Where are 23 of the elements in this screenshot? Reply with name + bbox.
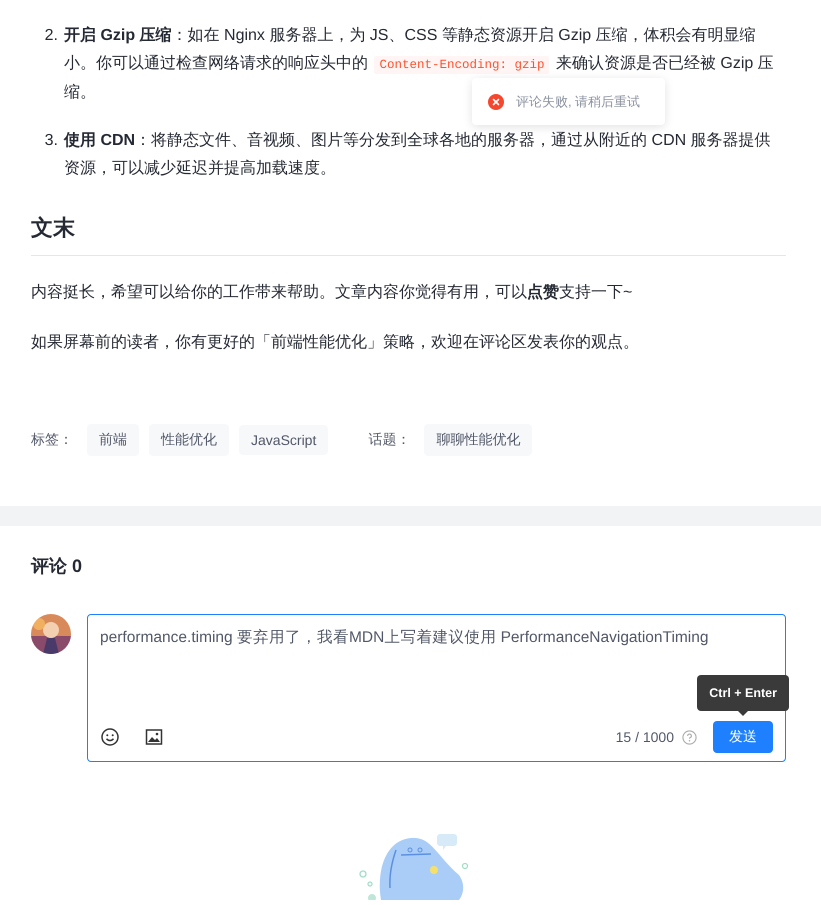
tags-label: 标签： bbox=[31, 431, 73, 449]
section-heading: 文末 bbox=[31, 213, 786, 256]
list-number: 3. bbox=[44, 131, 59, 151]
tag[interactable]: 性能优化 bbox=[149, 424, 229, 456]
topic-tag[interactable]: 聊聊性能优化 bbox=[424, 424, 532, 456]
tag[interactable]: JavaScript bbox=[239, 425, 328, 455]
tag[interactable]: 前端 bbox=[87, 424, 139, 456]
list-item-text: 使用 CDN：将静态文件、音视频、图片等分发到全球各地的服务器，通过从附近的 CDN 服务器提供资源，可以减少延迟并提高加载速度。 bbox=[64, 130, 772, 179]
emoji-icon[interactable] bbox=[100, 727, 120, 747]
comments-title: 评论 0 bbox=[31, 555, 84, 578]
paragraph: 内容挺长，希望可以给你的工作带来帮助。文章内容你觉得有用，可以点赞支持一下~ bbox=[31, 282, 634, 303]
send-button[interactable]: 发送 bbox=[713, 721, 773, 753]
tooltip-arrow bbox=[738, 711, 748, 716]
paragraph: 如果屏幕前的读者，你有更好的「前端性能优化」策略，欢迎在评论区发表你的观点。 bbox=[31, 332, 640, 353]
image-icon[interactable] bbox=[144, 727, 164, 747]
error-icon bbox=[488, 94, 504, 110]
comment-input[interactable]: performance.timing 要弃用了，我看MDN上写着建议使用 PerformanceNavigationTiming 15 / 1000 Ctrl + Enter 发送 bbox=[87, 614, 786, 762]
toast-message: 评论失败, 请稍后重试 bbox=[516, 92, 640, 110]
shortcut-tooltip: Ctrl + Enter bbox=[697, 675, 789, 711]
avatar bbox=[31, 614, 71, 654]
character-counter: 15 / 1000 bbox=[616, 729, 674, 745]
list-number: 2. bbox=[44, 26, 59, 46]
topics-label: 话题： bbox=[368, 431, 410, 449]
